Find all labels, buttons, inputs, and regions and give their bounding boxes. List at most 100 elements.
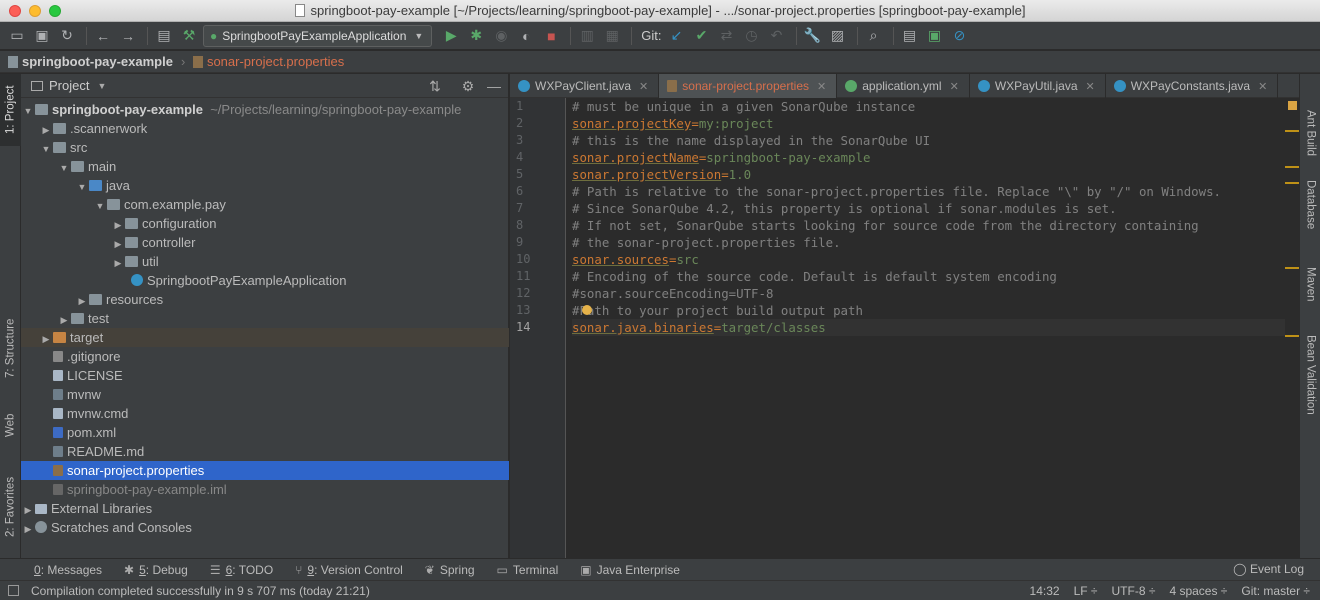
toggle-tool-windows-icon[interactable]	[8, 585, 19, 596]
encoding-select[interactable]: UTF-8 ÷	[1112, 584, 1156, 598]
run-configuration-select[interactable]: ● SpringbootPayExampleApplication ▼	[203, 24, 433, 47]
code-editor[interactable]: 1 2 3 4 5 6 7 8 9 10 11 12 13 14 # must …	[510, 98, 1299, 558]
tree-item-configuration[interactable]: ▶ configuration	[21, 214, 509, 233]
tool-todo[interactable]: ☰ 6: TODO	[210, 563, 273, 577]
collapsed-arrow-icon[interactable]: ▶	[21, 520, 35, 539]
chevron-down-icon[interactable]: ▼	[97, 81, 106, 91]
warning-marker[interactable]	[1285, 182, 1299, 184]
search-icon[interactable]: ⌕	[863, 25, 885, 47]
tree-item-root[interactable]: ▼ springboot-pay-example ~/Projects/learn…	[21, 100, 509, 119]
tool-messages[interactable]: 0: Messages	[34, 563, 102, 577]
tool-java-enterprise[interactable]: ▣ Java Enterprise	[580, 563, 680, 577]
close-tab-icon[interactable]: ✕	[1086, 80, 1095, 93]
save-all-icon[interactable]: ▣	[31, 25, 53, 47]
project-panel-title[interactable]: Project	[49, 78, 89, 93]
stop-icon[interactable]: ■	[540, 25, 562, 47]
tree-item-resources[interactable]: ▶ resources	[21, 290, 509, 309]
tree-item-external-libraries[interactable]: ▶ External Libraries	[21, 499, 509, 518]
close-tab-icon[interactable]: ✕	[817, 80, 826, 93]
tool-spring[interactable]: ❦ Spring	[425, 563, 475, 577]
coverage-icon[interactable]: ◉	[490, 25, 512, 47]
back-icon[interactable]: ←	[92, 25, 114, 47]
tool-tab-database[interactable]: Database	[1300, 170, 1320, 240]
tree-item-iml[interactable]: springboot-pay-example.iml	[21, 480, 509, 499]
tab-application-yml[interactable]: application.yml ✕	[837, 74, 970, 98]
indent-select[interactable]: 4 spaces ÷	[1169, 584, 1227, 598]
tree-item-pom[interactable]: pom.xml	[21, 423, 509, 442]
git-revert-icon[interactable]: ↶	[766, 25, 788, 47]
tree-item-target[interactable]: ▶ target	[21, 328, 509, 347]
warning-marker[interactable]	[1285, 267, 1299, 269]
tree-item-util[interactable]: ▶ util	[21, 252, 509, 271]
tree-item-package[interactable]: ▼ com.example.pay	[21, 195, 509, 214]
tree-item-src[interactable]: ▼ src	[21, 138, 509, 157]
project-structure-icon[interactable]: ▥	[576, 25, 598, 47]
git-commit-icon[interactable]: ✔	[691, 25, 713, 47]
tool-tab-project[interactable]: 1: Project	[0, 74, 21, 146]
tab-wxpayutil[interactable]: WXPayUtil.java ✕	[970, 74, 1106, 98]
status-message[interactable]: Compilation completed successfully in 9 …	[31, 584, 370, 598]
tool-tab-ant-build[interactable]: Ant Build	[1300, 98, 1320, 168]
terminal-window-icon[interactable]: ▤	[153, 25, 175, 47]
tree-item-readme[interactable]: README.md	[21, 442, 509, 461]
warning-marker[interactable]	[1285, 335, 1299, 337]
tool-tab-structure[interactable]: 7: Structure	[0, 308, 21, 388]
module-settings-icon[interactable]: ▦	[601, 25, 623, 47]
open-folder-icon[interactable]: ▭	[6, 25, 28, 47]
debug-icon[interactable]: ✱	[465, 25, 487, 47]
tree-item-gitignore[interactable]: .gitignore	[21, 347, 509, 366]
tree-item-sonar-properties[interactable]: sonar-project.properties	[21, 461, 509, 480]
tool-debug[interactable]: ✱ 5: Debug	[124, 563, 188, 577]
breadcrumb-root[interactable]: springboot-pay-example	[22, 54, 173, 69]
tab-wxpayconstants[interactable]: WXPayConstants.java ✕	[1106, 74, 1279, 98]
breadcrumb-file[interactable]: sonar-project.properties	[207, 54, 344, 69]
close-tab-icon[interactable]: ✕	[1258, 80, 1267, 93]
build-hammer-icon[interactable]: ⚒	[178, 25, 200, 47]
profile-icon[interactable]: ◐	[515, 25, 537, 47]
git-compare-icon[interactable]: ⇄	[716, 25, 738, 47]
warning-marker[interactable]	[1285, 130, 1299, 132]
tree-item-application-class[interactable]: SpringbootPayExampleApplication	[21, 271, 509, 290]
tool-tab-bean-validation[interactable]: Bean Validation	[1300, 326, 1320, 424]
tool-terminal[interactable]: ▭ Terminal	[497, 563, 559, 577]
error-stripe[interactable]	[1285, 98, 1299, 558]
tool-version-control[interactable]: ⑂ 9: Version Control	[295, 563, 403, 577]
git-update-icon[interactable]: ↙	[666, 25, 688, 47]
tree-item-java[interactable]: ▼ java	[21, 176, 509, 195]
tree-item-mvnw[interactable]: mvnw	[21, 385, 509, 404]
wrench-settings-icon[interactable]: 🔧	[802, 25, 824, 47]
collapse-all-icon[interactable]: ⇅	[427, 78, 443, 94]
close-tab-icon[interactable]: ✕	[639, 80, 648, 93]
event-log-button[interactable]: ◯ Event Log	[1233, 562, 1304, 576]
activity-monitor-icon[interactable]: ▣	[924, 25, 946, 47]
tree-item-mvnw-cmd[interactable]: mvnw.cmd	[21, 404, 509, 423]
tree-item-main[interactable]: ▼ main	[21, 157, 509, 176]
tab-wxpayclient[interactable]: WXPayClient.java ✕	[510, 74, 660, 98]
tree-item-test[interactable]: ▶ test	[21, 309, 509, 328]
forward-icon[interactable]: →	[117, 25, 139, 47]
tree-item-controller[interactable]: ▶ controller	[21, 233, 509, 252]
gear-icon[interactable]: ⚙	[460, 78, 476, 94]
line-separator-select[interactable]: LF ÷	[1074, 584, 1098, 598]
tool-tab-favorites[interactable]: 2: Favorites	[0, 464, 21, 550]
close-tab-icon[interactable]: ✕	[950, 80, 959, 93]
tool-tab-maven[interactable]: Maven	[1300, 256, 1320, 312]
tree-item-scratches[interactable]: ▶ Scratches and Consoles	[21, 518, 509, 537]
sync-icon[interactable]: ↻	[56, 25, 78, 47]
power-save-icon[interactable]: ⊘	[949, 25, 971, 47]
run-icon[interactable]: ▶	[440, 25, 462, 47]
tree-item-license[interactable]: LICENSE	[21, 366, 509, 385]
caret-position[interactable]: 14:32	[1030, 584, 1060, 598]
tasks-icon[interactable]: ▤	[899, 25, 921, 47]
code-area[interactable]: # must be unique in a given SonarQube in…	[572, 98, 1285, 336]
hide-panel-icon[interactable]: —	[486, 78, 502, 94]
project-settings-icon[interactable]: ▨	[827, 25, 849, 47]
intention-bulb-icon[interactable]	[582, 305, 592, 315]
tab-sonar-properties[interactable]: sonar-project.properties ✕	[659, 74, 838, 98]
tool-tab-web[interactable]: Web	[0, 402, 21, 448]
warning-marker[interactable]	[1285, 166, 1299, 168]
git-branch-select[interactable]: Git: master ÷	[1241, 584, 1310, 598]
tree-item-scannerwork[interactable]: ▶ .scannerwork	[21, 119, 509, 138]
git-history-icon[interactable]: ◷	[741, 25, 763, 47]
inspection-status-icon[interactable]	[1288, 101, 1297, 110]
